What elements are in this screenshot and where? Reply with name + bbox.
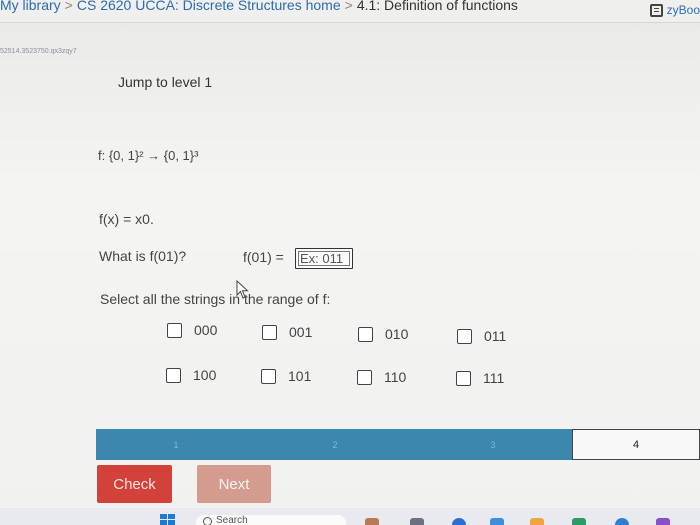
taskbar-app-icon[interactable] xyxy=(656,518,670,525)
zybooks-brand-link[interactable]: zyBoo xyxy=(649,3,700,17)
function-rule: f(x) = x0. xyxy=(99,211,154,227)
windows-start-icon[interactable] xyxy=(160,514,175,525)
breadcrumb-separator: > xyxy=(64,0,73,13)
taskbar-app-icon[interactable] xyxy=(615,518,629,525)
brand-label: zyBoo xyxy=(666,3,700,17)
taskbar-app-icon[interactable] xyxy=(452,518,466,525)
taskbar-app-icon[interactable] xyxy=(490,518,504,525)
taskbar-app-icon[interactable] xyxy=(365,518,379,525)
taskbar-search-box[interactable]: Search xyxy=(196,515,346,525)
level-2-segment[interactable]: 2 xyxy=(256,429,414,460)
breadcrumb-separator: > xyxy=(344,0,353,13)
answer-label: f(01) = xyxy=(243,249,284,265)
search-icon xyxy=(203,517,212,525)
function-definition: f: {0, 1}² → {0, 1}³ xyxy=(98,148,199,163)
check-button[interactable]: Check xyxy=(97,465,172,503)
question-text: What is f(01)? xyxy=(99,248,187,264)
windows-taskbar: Search xyxy=(0,508,700,525)
mouse-cursor-icon xyxy=(236,280,249,299)
taskbar-app-icon[interactable] xyxy=(530,518,544,525)
level-3-segment[interactable]: 3 xyxy=(414,429,572,460)
range-option-010[interactable]: 010 xyxy=(358,326,408,342)
option-label: 011 xyxy=(484,328,507,344)
option-label: 001 xyxy=(289,324,313,340)
book-icon xyxy=(649,3,663,17)
option-label: 110 xyxy=(384,369,407,385)
checkbox[interactable] xyxy=(261,368,276,384)
checkbox[interactable] xyxy=(166,367,181,383)
option-label: 100 xyxy=(193,367,217,383)
breadcrumb-current-section: 4.1: Definition of functions xyxy=(356,0,518,13)
zybooks-page: My library > CS 2620 UCCA: Discrete Struct… xyxy=(0,0,700,525)
range-option-100[interactable]: 100 xyxy=(166,367,216,383)
taskbar-search-label: Search xyxy=(216,515,248,525)
header-bar: My library > CS 2620 UCCA: Discrete Struct… xyxy=(0,0,700,23)
answer-input[interactable] xyxy=(295,248,353,269)
checkbox[interactable] xyxy=(357,369,372,385)
breadcrumb-my-library[interactable]: My library xyxy=(0,0,61,13)
option-label: 000 xyxy=(194,322,218,338)
taskbar-app-icon[interactable] xyxy=(410,518,424,525)
checkbox[interactable] xyxy=(262,324,277,340)
range-option-110[interactable]: 110 xyxy=(357,369,406,385)
range-option-101[interactable]: 101 xyxy=(261,368,311,384)
checkbox[interactable] xyxy=(358,326,373,342)
checkbox[interactable] xyxy=(456,370,471,386)
range-option-111[interactable]: 111 xyxy=(456,370,504,386)
breadcrumb: My library > CS 2620 UCCA: Discrete Struct… xyxy=(0,0,518,13)
range-option-000[interactable]: 000 xyxy=(167,322,217,338)
option-label: 111 xyxy=(483,370,505,386)
checkbox[interactable] xyxy=(457,328,472,344)
jump-to-level-link[interactable]: Jump to level 1 xyxy=(118,74,212,90)
level-4-segment[interactable]: 4 xyxy=(572,429,700,460)
option-label: 101 xyxy=(288,368,312,384)
checkbox[interactable] xyxy=(167,322,182,338)
activity-id: 52514.3523750.qx3zqy7 xyxy=(0,48,77,55)
taskbar-app-icon[interactable] xyxy=(572,518,586,525)
range-option-011[interactable]: 011 xyxy=(457,328,506,344)
level-progress-bar: 1 2 3 4 xyxy=(96,429,700,460)
next-button[interactable]: Next xyxy=(197,465,271,503)
range-option-001[interactable]: 001 xyxy=(262,324,312,340)
option-label: 010 xyxy=(385,326,409,342)
select-prompt: Select all the strings in the range of f… xyxy=(100,291,331,307)
breadcrumb-course-home[interactable]: CS 2620 UCCA: Discrete Structures home xyxy=(77,0,341,13)
level-1-segment[interactable]: 1 xyxy=(96,429,256,460)
